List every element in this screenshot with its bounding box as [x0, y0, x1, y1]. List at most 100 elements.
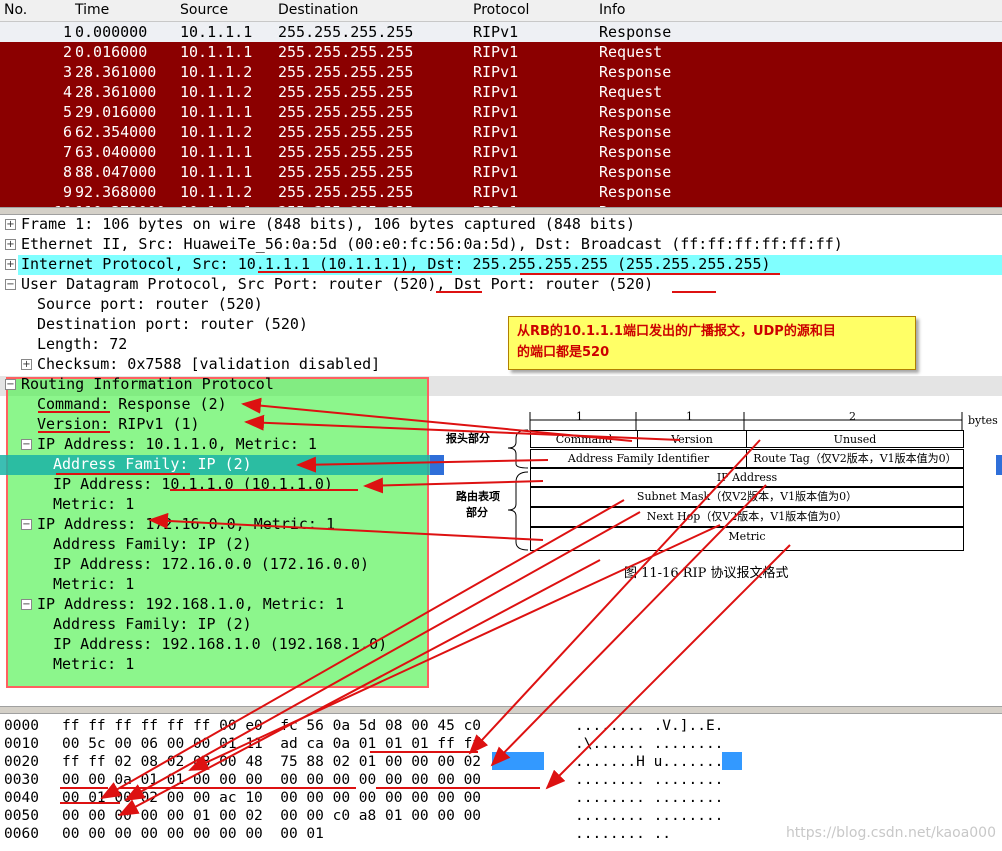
hex-ascii[interactable]: ........ .V.]..E. [575, 717, 723, 735]
tree-rip-entry-3[interactable]: IP Address: 192.168.1.0, Metric: 1 [37, 594, 344, 614]
header-part-label: 报头部分 [446, 432, 490, 445]
annotation-line-2: 的端口都是520 [517, 345, 610, 360]
field-route-tag: Route Tag（仅V2版本，V1版本值为0） [746, 449, 964, 468]
packet-cell-source: 10.1.1.1 [180, 163, 253, 181]
packet-cell-time: 0.016000 [75, 43, 148, 61]
packet-row[interactable]: 5 29.016000 10.1.1.1 255.255.255.255 RIPv1 Re… [0, 102, 1002, 122]
hex-bytes[interactable]: ff ff ff ff ff ff 00 e0 fc 56 0a 5d 08 0… [62, 717, 481, 735]
tree-entry1-metric[interactable]: Metric: 1 [53, 494, 134, 514]
tree-entry1-ip[interactable]: IP Address: 10.1.1.0 (10.1.1.0) [53, 474, 333, 494]
packet-cell-info: Response [599, 143, 672, 161]
tree-entry2-metric[interactable]: Metric: 1 [53, 574, 134, 594]
expand-checksum-icon[interactable]: + [21, 359, 32, 370]
hex-bytes[interactable]: 00 01 00 02 00 00 ac 10 00 00 00 00 00 0… [62, 789, 481, 807]
packet-cell-info: Response [599, 123, 672, 141]
watermark: https://blog.csdn.net/kaoa000 [785, 825, 996, 841]
tree-rip-version[interactable]: Version: RIPv1 (1) [37, 414, 200, 434]
hex-ascii[interactable]: .......H u....... [575, 753, 723, 771]
tree-rip-entry-2[interactable]: IP Address: 172.16.0.0, Metric: 1 [37, 514, 335, 534]
packet-cell-source: 10.1.1.2 [180, 183, 253, 201]
hex-ascii[interactable]: ........ ........ [575, 771, 723, 789]
hex-offset: 0060 [4, 826, 39, 842]
packet-cell-destination: 255.255.255.255 [278, 63, 414, 81]
tree-entry2-ip[interactable]: IP Address: 172.16.0.0 (172.16.0.0) [53, 554, 369, 574]
expand-ethernet-icon[interactable]: + [5, 239, 16, 250]
hex-ascii[interactable]: ........ ........ [575, 789, 723, 807]
packet-cell-info: Response [599, 183, 672, 201]
packet-list-header: No. Time Source Destination Protocol Inf… [0, 0, 1002, 22]
packet-cell-protocol: RIPv1 [473, 23, 519, 41]
tree-rip[interactable]: Routing Information Protocol [21, 374, 274, 394]
column-source[interactable]: Source [180, 2, 228, 18]
annotation-callout: 从RB的10.1.1.1端口发出的广播报文，UDP的源和目 的端口都是520 [508, 316, 916, 370]
expand-frame-icon[interactable]: + [5, 219, 16, 230]
packet-row[interactable]: 9 92.368000 10.1.1.2 255.255.255.255 RIPv1 Re… [0, 182, 1002, 202]
packet-cell-protocol: RIPv1 [473, 43, 519, 61]
width-2: 2 [849, 410, 856, 423]
tree-udp[interactable]: User Datagram Protocol, Src Port: router… [21, 274, 653, 294]
tree-entry2-address-family[interactable]: Address Family: IP (2) [53, 534, 252, 554]
packet-row[interactable]: 1 0.000000 10.1.1.1 255.255.255.255 RIPv1 Res… [0, 22, 1002, 42]
collapse-udp-icon[interactable]: − [5, 279, 16, 290]
column-time[interactable]: Time [75, 2, 109, 18]
tree-udp-dst-port[interactable]: Destination port: router (520) [37, 314, 308, 334]
tree-udp-length[interactable]: Length: 72 [37, 334, 127, 354]
field-next-hop: Next Hop（仅V2版本，V1版本值为0） [530, 507, 964, 527]
rip-format-diagram: 1 1 2 bytes 报头部分 路由表项 部分 Command Version… [440, 404, 1002, 590]
packet-row[interactable]: 8 88.047000 10.1.1.1 255.255.255.255 RIPv1 Re… [0, 162, 1002, 182]
tree-entry3-metric[interactable]: Metric: 1 [53, 654, 134, 674]
packet-cell-source: 10.1.1.2 [180, 63, 253, 81]
tree-udp-checksum[interactable]: Checksum: 0x7588 [validation disabled] [37, 354, 380, 374]
hex-ascii[interactable]: .\...... ........ [575, 735, 723, 753]
packet-row[interactable]: 7 63.040000 10.1.1.1 255.255.255.255 RIPv1 Re… [0, 142, 1002, 162]
packet-cell-destination: 255.255.255.255 [278, 163, 414, 181]
hex-bytes[interactable]: 00 5c 00 06 00 00 01 11 ad ca 0a 01 01 0… [62, 735, 481, 753]
collapse-rip-icon[interactable]: − [5, 379, 16, 390]
hex-bytes[interactable]: 00 00 00 00 00 00 00 00 00 01 [62, 825, 324, 843]
hex-bytes[interactable]: ff ff 02 08 02 08 00 48 75 88 02 01 00 0… [62, 753, 481, 771]
tree-ip[interactable]: Internet Protocol, Src: 10.1.1.1 (10.1.1… [21, 254, 771, 274]
packet-list: No. Time Source Destination Protocol Inf… [0, 0, 1002, 207]
tree-frame[interactable]: Frame 1: 106 bytes on wire (848 bits), 1… [21, 214, 635, 234]
collapse-entry1-icon[interactable]: − [21, 439, 32, 450]
tree-ethernet[interactable]: Ethernet II, Src: HuaweiTe_56:0a:5d (00:… [21, 234, 843, 254]
pane-splitter-bottom[interactable] [0, 706, 1002, 714]
packet-cell-no: 2 [62, 43, 72, 61]
tree-udp-src-port[interactable]: Source port: router (520) [37, 294, 263, 314]
collapse-entry3-icon[interactable]: − [21, 599, 32, 610]
field-afi: Address Family Identifier [530, 449, 747, 468]
hex-ascii[interactable]: ........ .. [575, 825, 671, 843]
tree-entry3-address-family[interactable]: Address Family: IP (2) [53, 614, 252, 634]
hex-bytes[interactable]: 00 00 0a 01 01 00 00 00 00 00 00 00 00 0… [62, 771, 481, 789]
packet-cell-time: 29.016000 [75, 103, 157, 121]
packet-row[interactable]: 4 28.361000 10.1.1.2 255.255.255.255 RIPv1 Re… [0, 82, 1002, 102]
packet-cell-protocol: RIPv1 [473, 183, 519, 201]
tree-rip-command[interactable]: Command: Response (2) [37, 394, 227, 414]
packet-row[interactable]: 2 0.016000 10.1.1.1 255.255.255.255 RIPv1 Req… [0, 42, 1002, 62]
packet-cell-no: 5 [62, 103, 72, 121]
hex-ascii[interactable]: ........ ........ [575, 807, 723, 825]
column-no[interactable]: No. [4, 2, 27, 18]
collapse-entry2-icon[interactable]: − [21, 519, 32, 530]
column-info[interactable]: Info [599, 2, 626, 18]
packet-cell-no: 1 [62, 23, 72, 41]
hex-selection [492, 752, 544, 770]
hex-offset: 0030 [4, 772, 39, 788]
expand-ip-icon[interactable]: + [5, 259, 16, 270]
tree-entry3-ip[interactable]: IP Address: 192.168.1.0 (192.168.1.0) [53, 634, 387, 654]
hex-offset: 0040 [4, 790, 39, 806]
tree-entry1-address-family[interactable]: Address Family: IP (2) [53, 454, 252, 474]
packet-cell-protocol: RIPv1 [473, 63, 519, 81]
packet-row[interactable]: 3 28.361000 10.1.1.2 255.255.255.255 RIPv1 Re… [0, 62, 1002, 82]
column-protocol[interactable]: Protocol [473, 2, 529, 18]
hex-offset: 0020 [4, 754, 39, 770]
hex-offset: 0010 [4, 736, 39, 752]
packet-row[interactable]: 6 62.354000 10.1.1.2 255.255.255.255 RIPv1 Re… [0, 122, 1002, 142]
field-version: Version [637, 430, 747, 448]
column-destination[interactable]: Destination [278, 2, 358, 18]
field-ip-address: IP Address [530, 468, 964, 487]
hex-bytes[interactable]: 00 00 00 00 00 01 00 02 00 00 c0 a8 01 0… [62, 807, 481, 825]
tree-rip-entry-1[interactable]: IP Address: 10.1.1.0, Metric: 1 [37, 434, 317, 454]
packet-cell-source: 10.1.1.1 [180, 23, 253, 41]
packet-cell-source: 10.1.1.1 [180, 143, 253, 161]
